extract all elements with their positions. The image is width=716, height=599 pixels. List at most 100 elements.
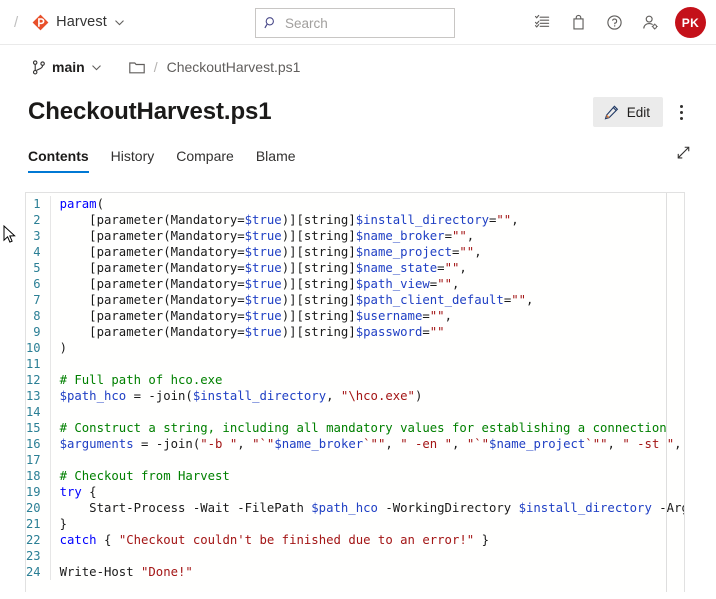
code-line: 16 $arguments = -join("-b ", "`"$name_bro… (26, 436, 684, 452)
line-code[interactable]: Start-Process -Wait -FilePath $path_hco … (49, 500, 684, 516)
line-code[interactable] (49, 548, 684, 564)
line-code[interactable]: } (49, 516, 684, 532)
file-content-panel[interactable]: 1 param(2 [parameter(Mandatory=$true)][st… (25, 192, 685, 592)
code-line: 5 [parameter(Mandatory=$true)][string]$n… (26, 260, 684, 276)
line-code[interactable]: # Full path of hco.exe (49, 372, 684, 388)
line-number: 9 (33, 325, 41, 339)
line-code[interactable]: param( (49, 196, 684, 212)
code-line: 4 [parameter(Mandatory=$true)][string]$n… (26, 244, 684, 260)
code-panel-divider (666, 193, 667, 592)
search-box[interactable] (255, 8, 455, 38)
branch-selector[interactable]: main (28, 56, 106, 78)
line-number: 8 (33, 309, 41, 323)
line-number: 17 (26, 453, 41, 467)
full-screen-button[interactable] (670, 141, 696, 167)
line-number: 13 (26, 389, 41, 403)
code-line: 11 (26, 356, 684, 372)
folder-icon[interactable] (128, 60, 145, 74)
file-view-tabs: Contents History Compare Blame (0, 135, 716, 173)
code-line: 3 [parameter(Mandatory=$true)][string]$n… (26, 228, 684, 244)
code-line: 9 [parameter(Mandatory=$true)][string]$p… (26, 324, 684, 340)
tab-history[interactable]: History (111, 148, 155, 173)
expand-arrow-icon (676, 145, 691, 163)
line-number: 10 (26, 341, 41, 355)
line-number: 21 (26, 517, 41, 531)
line-code[interactable]: catch { "Checkout couldn't be finished d… (49, 532, 684, 548)
line-code[interactable]: [parameter(Mandatory=$true)][string]$use… (49, 308, 684, 324)
chevron-down-icon (114, 17, 125, 28)
help-circle-icon (606, 14, 623, 31)
line-code[interactable]: ) (49, 340, 684, 356)
code-line: 6 [parameter(Mandatory=$true)][string]$p… (26, 276, 684, 292)
code-line: 19 try { (26, 484, 684, 500)
line-code[interactable]: $path_hco = -join($install_directory, "\… (49, 388, 684, 404)
more-options-button[interactable] (666, 97, 696, 127)
code-scroll-area[interactable]: 1 param(2 [parameter(Mandatory=$true)][st… (26, 193, 684, 592)
line-code[interactable]: [parameter(Mandatory=$true)][string]$ins… (49, 212, 684, 228)
search-container (255, 8, 455, 38)
breadcrumb-separator: / (153, 59, 158, 75)
line-number: 3 (33, 229, 41, 243)
tab-blame[interactable]: Blame (256, 148, 296, 173)
organization-selector[interactable]: Harvest (28, 11, 129, 34)
line-number: 14 (26, 405, 41, 419)
edit-button[interactable]: Edit (592, 97, 663, 127)
code-line: 24 Write-Host "Done!" (26, 564, 684, 580)
line-number: 7 (33, 293, 41, 307)
code-line: 1 param( (26, 196, 684, 212)
line-number: 19 (26, 485, 41, 499)
line-code[interactable] (49, 356, 684, 372)
breadcrumb-file-name[interactable]: CheckoutHarvest.ps1 (167, 59, 301, 75)
line-code[interactable]: # Construct a string, including all mand… (49, 420, 684, 436)
code-line: 7 [parameter(Mandatory=$true)][string]$p… (26, 292, 684, 308)
line-code[interactable] (49, 404, 684, 420)
line-code[interactable]: Write-Host "Done!" (49, 564, 684, 580)
line-number: 5 (33, 261, 41, 275)
code-line: 2 [parameter(Mandatory=$true)][string]$i… (26, 212, 684, 228)
checklist-icon (534, 14, 551, 31)
code-line: 12 # Full path of hco.exe (26, 372, 684, 388)
line-code[interactable]: [parameter(Mandatory=$true)][string]$nam… (49, 228, 684, 244)
search-input[interactable] (285, 15, 446, 31)
edit-button-label: Edit (626, 104, 650, 120)
tab-compare[interactable]: Compare (176, 148, 234, 173)
page-title-row: CheckoutHarvest.ps1 Edit (0, 89, 716, 135)
help-circle-icon-button[interactable] (598, 7, 630, 39)
code-line: 20 Start-Process -Wait -FilePath $path_h… (26, 500, 684, 516)
top-navigation-bar: / Harvest Search PK (0, 0, 716, 45)
harvest-logo-icon (32, 14, 49, 31)
line-number: 4 (33, 245, 41, 259)
tab-contents[interactable]: Contents (28, 148, 89, 173)
line-code[interactable]: [parameter(Mandatory=$true)][string]$pat… (49, 292, 684, 308)
user-settings-icon-button[interactable] (634, 7, 666, 39)
organization-name: Harvest (56, 14, 107, 30)
line-number: 1 (33, 197, 41, 211)
line-code[interactable]: [parameter(Mandatory=$true)][string]$nam… (49, 260, 684, 276)
search-icon (264, 16, 278, 30)
breadcrumb: main / CheckoutHarvest.ps1 (0, 45, 716, 89)
code-line: 8 [parameter(Mandatory=$true)][string]$u… (26, 308, 684, 324)
line-number: 23 (26, 549, 41, 563)
line-code[interactable] (49, 452, 684, 468)
checklist-icon-button[interactable] (526, 7, 558, 39)
line-number: 2 (33, 213, 41, 227)
line-code[interactable]: # Checkout from Harvest (49, 468, 684, 484)
code-line: 18 # Checkout from Harvest (26, 468, 684, 484)
code-line: 15 # Construct a string, including all ma… (26, 420, 684, 436)
line-code[interactable]: [parameter(Mandatory=$true)][string]$nam… (49, 244, 684, 260)
code-line: 23 (26, 548, 684, 564)
code-line: 17 (26, 452, 684, 468)
line-number: 24 (26, 565, 41, 579)
line-code[interactable]: [parameter(Mandatory=$true)][string]$pat… (49, 276, 684, 292)
leading-slash: / (14, 13, 19, 31)
shopping-bag-icon (570, 14, 587, 31)
shopping-bag-icon-button[interactable] (562, 7, 594, 39)
chevron-down-icon (91, 62, 102, 73)
user-avatar[interactable]: PK (675, 7, 706, 38)
line-code[interactable]: $arguments = -join("-b ", "`"$name_broke… (49, 436, 684, 452)
line-code[interactable]: try { (49, 484, 684, 500)
mouse-cursor (3, 224, 17, 245)
line-code[interactable]: [parameter(Mandatory=$true)][string]$pas… (49, 324, 684, 340)
top-bar-actions: PK (526, 0, 706, 45)
line-number: 12 (26, 373, 41, 387)
